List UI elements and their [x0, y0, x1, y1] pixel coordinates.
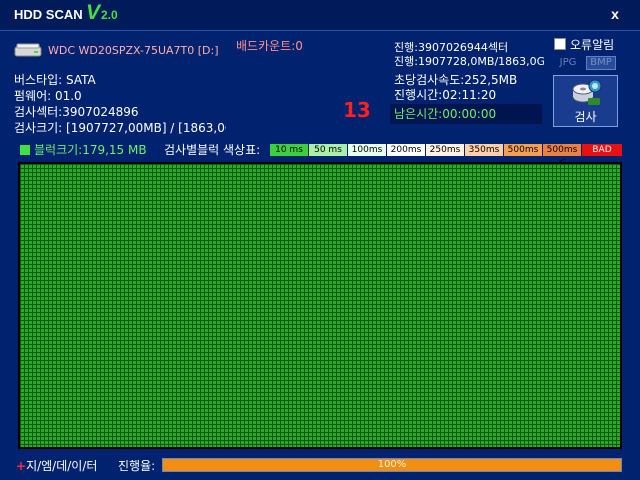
scan-sectors: 검사섹터:3907024896: [14, 105, 139, 119]
block-size: 블럭크기:179,15 MB: [34, 143, 147, 157]
legend-item: BAD: [582, 144, 622, 156]
scan-button[interactable]: 검사: [553, 75, 618, 127]
app-version: 2.0: [101, 8, 118, 22]
legend-item: 250ms: [426, 144, 464, 156]
disk-scan-icon: [572, 79, 602, 105]
app-title-v-logo: V: [86, 1, 101, 24]
block-size-swatch: [20, 145, 30, 155]
legend-item: 50 ms: [309, 144, 347, 156]
legend-item: 200ms: [387, 144, 425, 156]
legend-item: 10 ms: [270, 144, 308, 156]
firmware: 펌웨어: 01.0: [14, 89, 82, 103]
bus-type: 버스타입: SATA: [14, 73, 96, 87]
legend-item: 500ms: [504, 144, 542, 156]
hard-drive-icon: [14, 43, 42, 57]
big-number: 13: [343, 98, 371, 122]
progress-mb: 진행:1907728,0MB/1863,0GB: [394, 55, 544, 68]
title-bar[interactable]: HDD SCAN V 2.0 x: [0, 0, 640, 31]
progress-sector: 진행:3907026944섹터: [394, 41, 509, 54]
scan-button-label: 검사: [574, 110, 597, 124]
progress-percent: 100%: [377, 459, 407, 470]
app-title: HDD SCAN: [14, 7, 83, 22]
app-window: HDD SCAN V 2.0 x WDC WD20SPZX-75UA7T0 [D…: [0, 0, 640, 480]
scan-block-grid: [18, 162, 622, 449]
drive-name: WDC WD20SPZX-75UA7T0 [D:]: [48, 44, 219, 57]
progress-label: 진행율:: [118, 459, 156, 473]
error-alarm-checkbox[interactable]: [554, 38, 566, 50]
format-jpg-option[interactable]: JPG: [554, 56, 582, 70]
elapsed-time: 진행시간:02:11:20: [394, 88, 497, 102]
legend-item: 500ms <: [543, 144, 581, 167]
remaining-time: 남은시간:00:00:00: [394, 107, 497, 121]
brand-text: 지/엠/데/이/터: [26, 459, 98, 473]
close-button[interactable]: x: [606, 5, 624, 23]
scan-size: 검사크기: [1907727,00MB] / [1863,0GB]: [14, 121, 226, 135]
progress-bar: 100%: [162, 458, 622, 472]
format-bmp-option[interactable]: BMP: [586, 56, 616, 70]
brand-label: +지/엠/데/이/터: [16, 459, 97, 473]
error-alarm-label: 오류알림: [570, 38, 615, 52]
scan-size-clip: 검사크기: [1907727,00MB] / [1863,0GB]: [14, 121, 226, 135]
scan-speed: 초당검사속도:252,5MB: [394, 73, 518, 87]
legend-label: 검사별블럭 색상표:: [164, 143, 261, 157]
progress-mb-clip: 진행:1907728,0MB/1863,0GB: [394, 55, 544, 69]
bad-count: 배드카운트:0: [236, 39, 303, 53]
legend-item: 350ms: [465, 144, 503, 156]
brand-plus: +: [16, 459, 27, 473]
legend-item: 100ms: [348, 144, 386, 156]
